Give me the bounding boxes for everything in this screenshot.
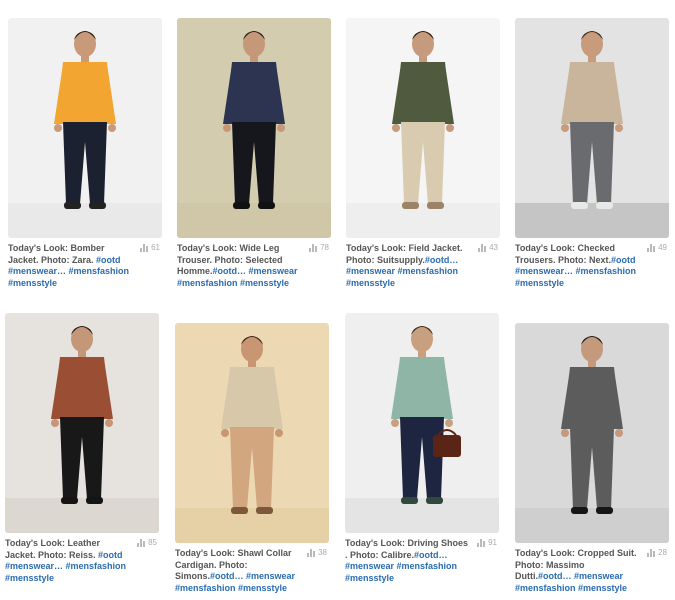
person-figure [8, 31, 162, 238]
view-count: 49 [647, 243, 667, 252]
view-count: 61 [140, 243, 160, 252]
person-figure [515, 31, 669, 238]
bar-chart-icon [477, 538, 486, 547]
bar-chart-icon [478, 243, 487, 252]
post-caption: Today's Look: Bomber Jacket. Photo: Zara… [8, 243, 105, 265]
post-photo[interactable] [345, 313, 499, 533]
bar-chart-icon [647, 243, 656, 252]
post-photo[interactable] [177, 18, 331, 238]
view-count: 78 [309, 243, 329, 252]
person-figure [175, 336, 329, 543]
person-figure [177, 31, 331, 238]
post-photo[interactable] [515, 18, 669, 238]
person-figure [345, 326, 499, 533]
bar-chart-icon [647, 548, 656, 557]
post-caption: Today's Look: Driving Shoes . Photo: Cal… [345, 538, 468, 560]
post-card[interactable]: Today's Look: Wide Leg Trouser. Photo: S… [177, 18, 331, 289]
post-photo[interactable] [5, 313, 159, 533]
post-caption: Today's Look: Checked Trousers. Photo: N… [515, 243, 615, 265]
post-caption: Today's Look: Leather Jacket. Photo: Rei… [5, 538, 100, 560]
post-card[interactable]: Today's Look: Checked Trousers. Photo: N… [515, 18, 669, 289]
post-card[interactable]: Today's Look: Driving Shoes . Photo: Cal… [345, 313, 499, 584]
post-card[interactable]: Today's Look: Bomber Jacket. Photo: Zara… [8, 18, 162, 289]
post-photo[interactable] [175, 323, 329, 543]
bar-chart-icon [307, 548, 316, 557]
bar-chart-icon [140, 243, 149, 252]
post-card[interactable]: Today's Look: Field Jacket. Photo: Suits… [346, 18, 500, 289]
view-count: 85 [137, 538, 157, 547]
post-photo[interactable] [346, 18, 500, 238]
view-count: 38 [307, 548, 327, 557]
post-card[interactable]: Today's Look: Cropped Suit. Photo: Massi… [515, 323, 669, 594]
bar-chart-icon [137, 538, 146, 547]
post-card[interactable]: Today's Look: Leather Jacket. Photo: Rei… [5, 313, 159, 584]
person-figure [515, 336, 669, 543]
bar-chart-icon [309, 243, 318, 252]
view-count: 28 [647, 548, 667, 557]
person-figure [5, 326, 159, 533]
view-count: 91 [477, 538, 497, 547]
view-count: 43 [478, 243, 498, 252]
post-card[interactable]: Today's Look: Shawl Collar Cardigan. Pho… [175, 323, 329, 594]
person-figure [346, 31, 500, 238]
post-photo[interactable] [8, 18, 162, 238]
post-photo[interactable] [515, 323, 669, 543]
